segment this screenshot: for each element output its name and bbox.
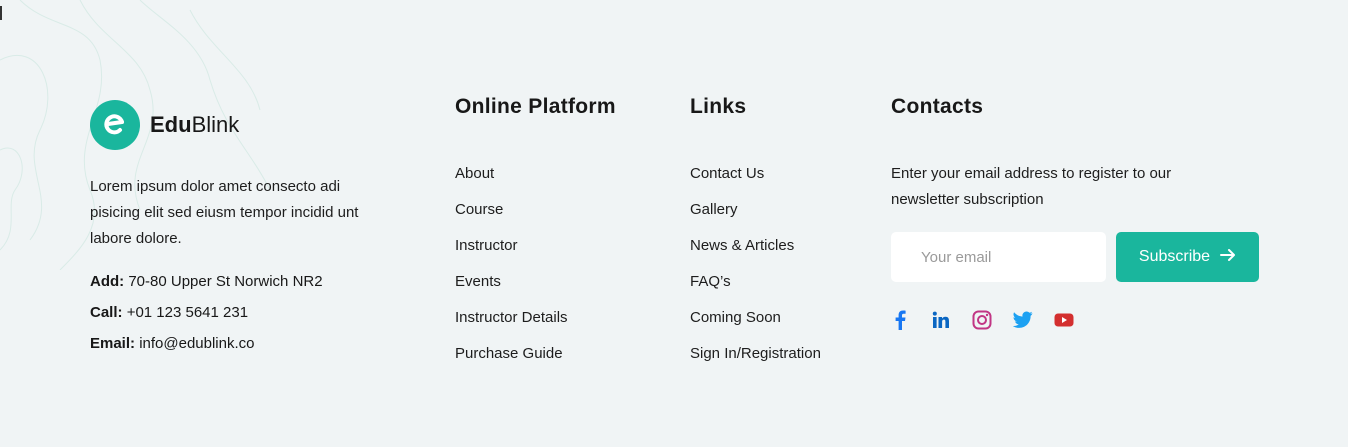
twitter-icon[interactable]	[1012, 309, 1034, 331]
linkedin-icon[interactable]	[930, 309, 952, 331]
social-links	[889, 309, 1094, 331]
link-faqs[interactable]: FAQ’s	[690, 270, 821, 306]
logo-icon	[90, 100, 140, 150]
link-instructor[interactable]: Instructor	[455, 234, 568, 270]
page-scrollbar[interactable]	[1348, 0, 1366, 447]
link-instructor-details[interactable]: Instructor Details	[455, 306, 568, 342]
online-platform-list: About Course Instructor Events Instructo…	[455, 162, 568, 378]
link-about[interactable]: About	[455, 162, 568, 198]
contact-info: Add: 70-80 Upper St Norwich NR2 Call: +0…	[90, 269, 370, 362]
address-row: Add: 70-80 Upper St Norwich NR2	[90, 273, 323, 290]
subscribe-label: Subscribe	[1138, 248, 1211, 265]
link-coming-soon[interactable]: Coming Soon	[690, 306, 821, 342]
footer: EduBlink Lorem ipsum dolor amet consecto…	[0, 0, 1348, 447]
link-news-articles[interactable]: News & Articles	[690, 234, 821, 270]
link-course[interactable]: Course	[455, 198, 568, 234]
contacts-title: Contacts	[891, 95, 984, 118]
call-row: Call: +01 123 5641 231	[90, 304, 249, 321]
brand-description: Lorem ipsum dolor amet consecto adi pisi…	[90, 178, 359, 247]
logo-text: EduBlink	[150, 112, 240, 137]
links-title: Links	[690, 95, 747, 118]
email-link[interactable]: info@edublink.co	[139, 335, 254, 352]
arrow-right-icon	[1220, 248, 1236, 266]
link-contact-us[interactable]: Contact Us	[690, 162, 821, 198]
youtube-icon[interactable]	[1053, 309, 1075, 331]
email-row: Email: info@edublink.co	[90, 335, 255, 352]
brand-column: EduBlink Lorem ipsum dolor amet consecto…	[90, 100, 370, 362]
newsletter-text: Enter your email address to register to …	[891, 165, 1172, 208]
links-list: Contact Us Gallery News & Articles FAQ’s…	[690, 162, 821, 378]
instagram-icon[interactable]	[971, 309, 993, 331]
link-purchase-guide[interactable]: Purchase Guide	[455, 342, 568, 378]
link-events[interactable]: Events	[455, 270, 568, 306]
link-sign-in[interactable]: Sign In/Registration	[690, 342, 821, 378]
link-gallery[interactable]: Gallery	[690, 198, 821, 234]
online-platform-title: Online Platform	[455, 95, 616, 118]
email-input[interactable]	[891, 232, 1106, 282]
facebook-icon[interactable]	[889, 309, 911, 331]
subscribe-button[interactable]: Subscribe	[1116, 232, 1259, 282]
logo[interactable]: EduBlink	[90, 100, 370, 150]
